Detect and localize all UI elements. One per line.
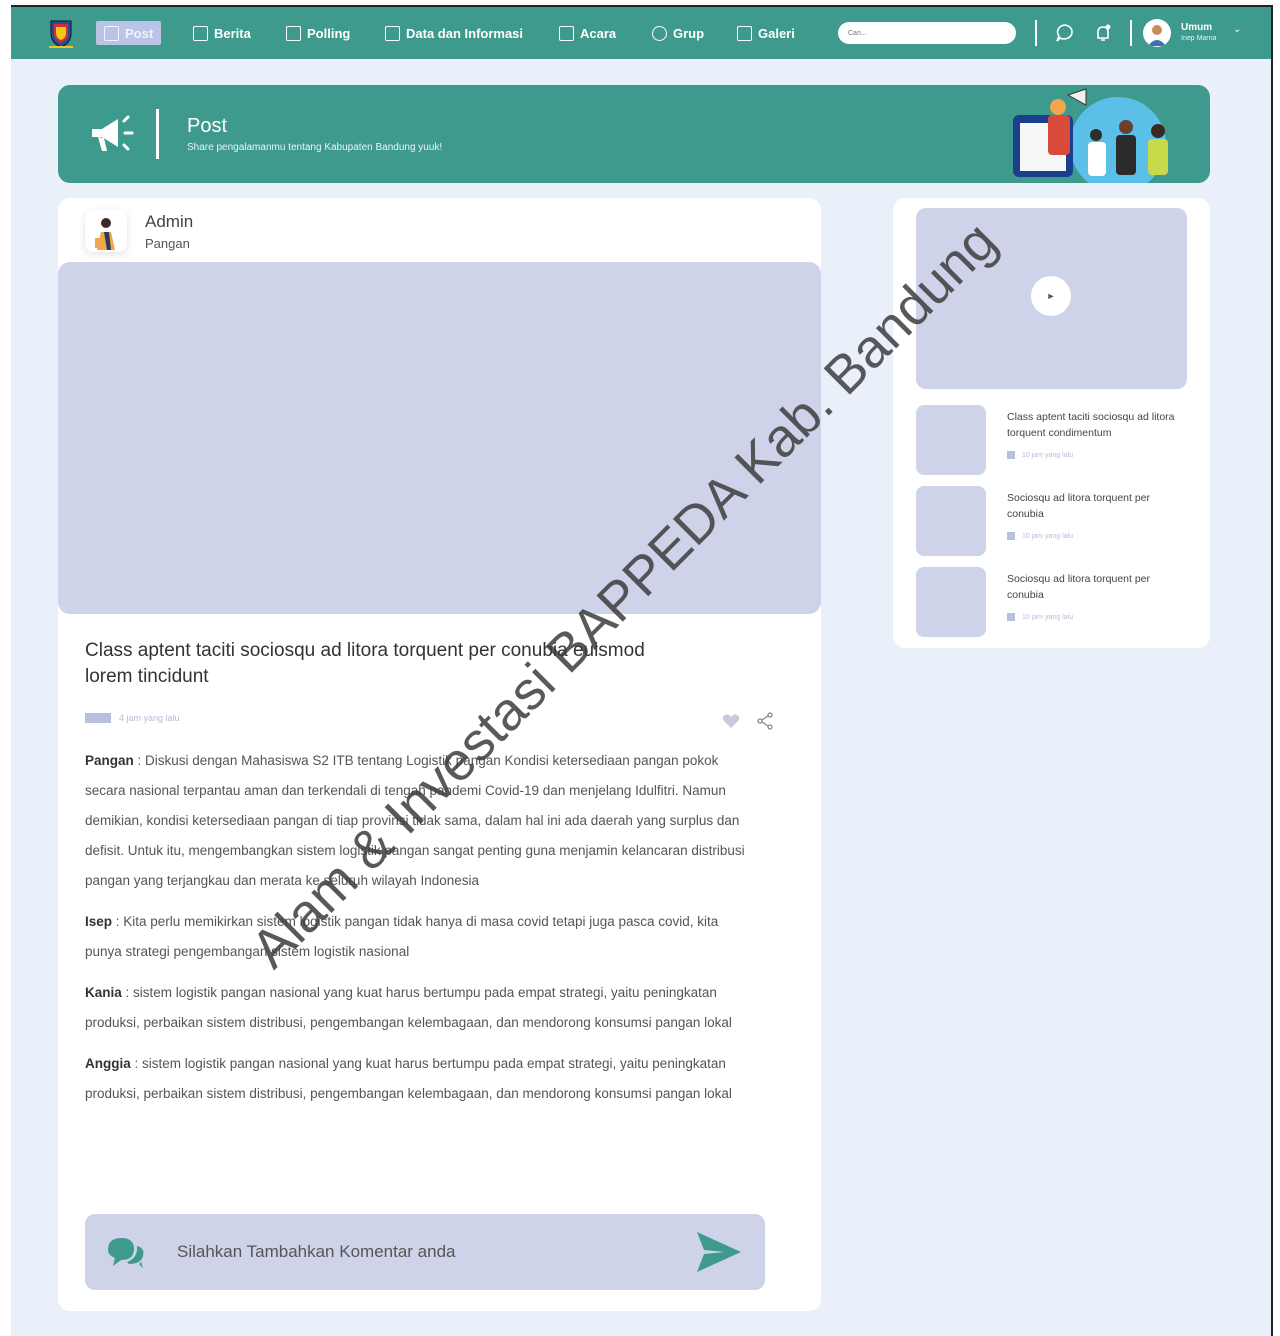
post-paragraph: Kania : sistem logistik pangan nasional … — [85, 978, 755, 1038]
article-thumbnail — [916, 486, 986, 556]
paragraph-text: : Kita perlu memikirkan sistem logistik … — [85, 914, 719, 959]
nav-item-label: Berita — [214, 25, 251, 41]
article-meta: 10 jam yang lalu — [1007, 532, 1073, 540]
paragraph-text: : sistem logistik pangan nasional yang k… — [85, 1056, 732, 1101]
poll-chart-icon — [286, 25, 301, 41]
user-subtitle: Inep Marna — [1181, 35, 1217, 42]
nav-item-polling[interactable]: Polling — [286, 21, 350, 45]
nav-item-label: Acara — [580, 25, 617, 41]
post-card: Admin Pangan Class aptent taciti sociosq… — [58, 198, 821, 1311]
post-add-icon — [104, 25, 119, 41]
nav-item-data-informasi[interactable]: Data dan Informasi — [385, 21, 523, 45]
sidebar-article[interactable]: Sociosqu ad litora torquent per conubia … — [916, 486, 1196, 556]
send-icon[interactable] — [695, 1230, 743, 1274]
post-time: 4 jam yang lalu — [119, 713, 180, 723]
article-title: Sociosqu ad litora torquent per conubia — [1007, 492, 1151, 520]
banner-divider — [156, 109, 159, 159]
chevron-down-icon[interactable]: ⌄ — [1233, 24, 1241, 35]
user-avatar[interactable] — [1143, 19, 1171, 47]
comment-input[interactable] — [177, 1237, 657, 1267]
post-author-name[interactable]: Admin — [145, 212, 193, 232]
group-icon — [652, 25, 667, 41]
nav-item-berita[interactable]: Berita — [193, 21, 251, 45]
kabupaten-logo-icon[interactable] — [45, 17, 77, 49]
nav-item-label: Galeri — [758, 25, 795, 41]
clock-icon — [1007, 613, 1015, 621]
heart-icon[interactable] — [722, 713, 740, 729]
sidebar-article[interactable]: Class aptent taciti sociosqu ad litora t… — [916, 405, 1196, 475]
speaker-name: Anggia — [85, 1056, 131, 1071]
user-name: Umum — [1181, 22, 1213, 33]
post-category: Pangan — [145, 236, 190, 251]
gallery-icon — [737, 25, 752, 41]
page-banner: Post Share pengalamanmu tentang Kabupate… — [58, 85, 1210, 183]
article-meta: 10 jam yang lalu — [1007, 613, 1073, 621]
data-list-icon — [385, 25, 400, 41]
post-paragraph: Pangan : Diskusi dengan Mahasiswa S2 ITB… — [85, 746, 755, 896]
post-meta: 4 jam yang lalu — [85, 713, 180, 723]
nav-divider — [1035, 20, 1037, 46]
nav-divider — [1130, 20, 1132, 46]
sidebar-card: ► Class aptent taciti sociosqu ad litora… — [893, 198, 1210, 648]
post-title: Class aptent taciti sociosqu ad litora t… — [85, 640, 645, 687]
article-title: Sociosqu ad litora torquent per conubia — [1007, 573, 1151, 601]
speaker-name: Isep — [85, 914, 113, 929]
sidebar-article[interactable]: Sociosqu ad litora torquent per conubia … — [916, 567, 1196, 637]
nav-item-label: Polling — [307, 25, 351, 41]
article-thumbnail — [916, 567, 986, 637]
nav-item-label: Post — [125, 25, 154, 41]
calendar-icon — [559, 25, 574, 41]
news-icon — [193, 25, 208, 41]
nav-item-post[interactable]: Post — [96, 21, 162, 45]
paragraph-text: : sistem logistik pangan nasional yang k… — [85, 985, 732, 1030]
article-time: 10 jam yang lalu — [1022, 613, 1073, 621]
comment-box — [85, 1214, 765, 1290]
paragraph-text: : Diskusi dengan Mahasiswa S2 ITB tentan… — [85, 753, 745, 888]
play-icon[interactable]: ► — [1031, 276, 1071, 316]
article-time: 10 jam yang lalu — [1022, 532, 1073, 540]
video-player[interactable]: ► — [916, 208, 1187, 389]
nav-item-label: Grup — [673, 25, 705, 41]
post-paragraph: Anggia : sistem logistik pangan nasional… — [85, 1049, 755, 1109]
article-thumbnail — [916, 405, 986, 475]
post-body: Pangan : Diskusi dengan Mahasiswa S2 ITB… — [85, 746, 755, 1120]
search-input[interactable] — [838, 22, 1016, 44]
app-frame: Post Berita Polling Data dan Informasi A… — [11, 5, 1273, 1336]
clock-icon — [1007, 532, 1015, 540]
author-avatar[interactable] — [85, 210, 127, 252]
nav-item-grup[interactable]: Grup — [652, 21, 704, 45]
article-time: 10 jam yang lalu — [1022, 451, 1073, 459]
article-title: Class aptent taciti sociosqu ad litora t… — [1007, 411, 1175, 439]
notification-bell-icon[interactable] — [1092, 22, 1114, 44]
nav-item-acara[interactable]: Acara — [559, 21, 616, 45]
top-navbar: Post Berita Polling Data dan Informasi A… — [11, 7, 1271, 59]
post-image-placeholder — [58, 262, 821, 614]
chat-icon[interactable] — [1054, 22, 1076, 44]
page-title: Post — [187, 115, 228, 137]
nav-item-galeri[interactable]: Galeri — [737, 21, 795, 45]
page-subtitle: Share pengalamanmu tentang Kabupaten Ban… — [187, 142, 443, 153]
nav-item-label: Data dan Informasi — [406, 25, 524, 41]
megaphone-icon — [92, 115, 134, 151]
speaker-name: Kania — [85, 985, 122, 1000]
post-paragraph: Isep : Kita perlu memikirkan sistem logi… — [85, 907, 755, 967]
comments-icon — [108, 1238, 144, 1268]
clock-icon — [1007, 451, 1015, 459]
clock-icon — [85, 713, 111, 723]
share-icon[interactable] — [756, 712, 774, 730]
speaker-name: Pangan — [85, 753, 134, 768]
crowd-illustration — [1013, 88, 1168, 183]
article-meta: 10 jam yang lalu — [1007, 451, 1073, 459]
